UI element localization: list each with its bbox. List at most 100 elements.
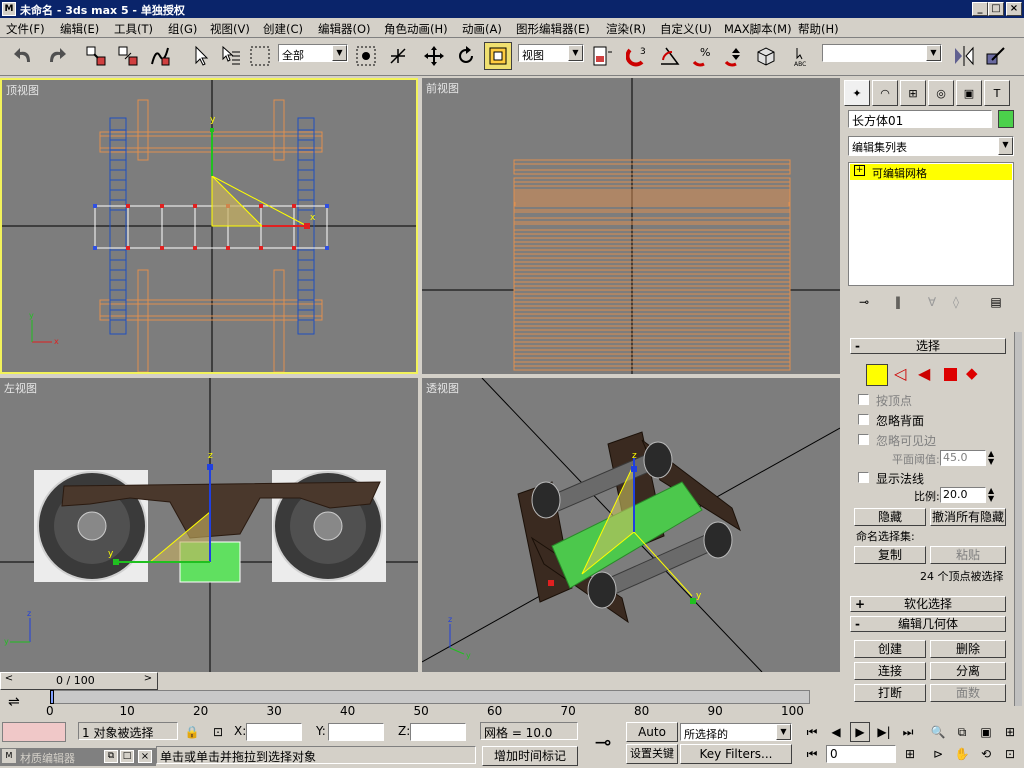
unhide-all-button[interactable]: 撤消所有隐藏 xyxy=(930,508,1006,526)
key-filters-button[interactable]: Key Filters... xyxy=(680,744,792,764)
motion-tab-icon[interactable]: ◎ xyxy=(928,80,954,106)
spinner-arrows-icon[interactable]: ▲ ▼ xyxy=(988,487,994,503)
pin-stack-icon[interactable]: ⊸ xyxy=(854,292,874,312)
time-marker[interactable] xyxy=(50,690,54,704)
zoom-extents-icon[interactable]: ▣ xyxy=(976,722,996,742)
add-time-tag-button[interactable]: 增加时间标记 xyxy=(482,746,578,766)
maximize-viewport-icon[interactable]: ⊡ xyxy=(1000,744,1020,764)
abc-icon[interactable]: ABC xyxy=(790,42,818,70)
menu-modifiers[interactable]: 编辑器(O) xyxy=(318,21,371,37)
bind-to-space-warp-icon[interactable] xyxy=(146,42,174,70)
ignore-backfacing-checkbox[interactable] xyxy=(858,414,869,425)
app-icon[interactable]: M xyxy=(2,2,16,16)
menu-edit[interactable]: 编辑(E) xyxy=(60,21,99,37)
edit-geometry-rollout-header[interactable]: - 编辑几何体 xyxy=(850,616,1006,632)
menu-create[interactable]: 创建(C) xyxy=(263,21,303,37)
utilities-tab-icon[interactable]: T xyxy=(984,80,1010,106)
play-icon[interactable]: ▶ xyxy=(850,722,870,742)
vertex-subobject-icon[interactable] xyxy=(866,364,888,386)
track-bar[interactable]: ⇌ 0 10 20 30 40 50 60 70 80 90 100 xyxy=(0,690,842,718)
go-to-end-icon[interactable]: ⏭ xyxy=(898,722,918,742)
menu-tools[interactable]: 工具(T) xyxy=(114,21,153,37)
break-button[interactable]: 打断 xyxy=(854,684,926,702)
arc-rotate-icon[interactable]: ⟲ xyxy=(976,744,996,764)
angle-snap-icon[interactable] xyxy=(656,42,684,70)
maximize-button[interactable]: □ xyxy=(988,2,1004,16)
set-key-button[interactable]: 设置关键帧 xyxy=(626,744,678,764)
key-icon[interactable]: ⊸ xyxy=(588,730,618,754)
menu-help[interactable]: 帮助(H) xyxy=(798,21,839,37)
configure-modifier-sets-icon[interactable]: ▤ xyxy=(986,292,1006,312)
command-panel-scrollbar[interactable] xyxy=(1014,332,1022,706)
time-slider[interactable]: < 0 / 100 > xyxy=(0,672,842,690)
planar-threshold-spinner[interactable]: 45.0 xyxy=(940,450,986,466)
remove-modifier-icon[interactable]: ◊ xyxy=(946,292,966,312)
unlink-selection-icon[interactable] xyxy=(114,42,142,70)
snaps-toggle-icon[interactable]: 3 xyxy=(624,42,652,70)
reference-coordinate-dropdown[interactable]: 视图 ▼ xyxy=(518,44,584,62)
mirror-icon[interactable] xyxy=(950,42,978,70)
zoom-extents-all-icon[interactable]: ⊞ xyxy=(1000,722,1020,742)
z-coordinate-field[interactable] xyxy=(410,723,466,741)
object-color-swatch[interactable] xyxy=(998,110,1014,128)
go-to-start-icon[interactable]: ⏮ xyxy=(802,722,822,742)
soft-selection-rollout-header[interactable]: + 软化选择 xyxy=(850,596,1006,612)
stack-item-editable-mesh[interactable]: + 可编辑网格 xyxy=(850,164,1012,180)
field-of-view-icon[interactable]: ⊳ xyxy=(928,744,948,764)
detach-button[interactable]: 分离 xyxy=(930,662,1006,680)
selection-filter-dropdown[interactable]: 全部 ▼ xyxy=(278,44,348,62)
menu-file[interactable]: 文件(F) xyxy=(6,21,45,37)
normal-scale-spinner[interactable]: 20.0 xyxy=(940,487,986,503)
maximize-icon[interactable]: □ xyxy=(120,750,134,763)
viewport-top[interactable]: 顶视图 y x x y xyxy=(0,78,418,374)
turn-button[interactable]: 面数 xyxy=(930,684,1006,702)
absolute-mode-icon[interactable]: ⊡ xyxy=(208,722,228,742)
viewport-perspective[interactable]: 透视图 z y z y xyxy=(422,378,840,672)
select-and-manipulate-icon[interactable] xyxy=(384,42,412,70)
display-tab-icon[interactable]: ▣ xyxy=(956,80,982,106)
edit-named-selections-icon[interactable] xyxy=(752,42,780,70)
select-and-link-icon[interactable] xyxy=(82,42,110,70)
object-name-field[interactable]: 长方体01 xyxy=(848,110,992,128)
rectangular-selection-icon[interactable] xyxy=(246,42,274,70)
menu-graph-editors[interactable]: 图形编辑器(E) xyxy=(516,21,590,37)
menu-views[interactable]: 视图(V) xyxy=(210,21,250,37)
close-icon[interactable]: × xyxy=(138,750,152,763)
minimize-button[interactable]: _ xyxy=(972,2,988,16)
pan-hand-icon[interactable]: ✋ xyxy=(952,744,972,764)
modifier-list-dropdown[interactable]: 编辑集列表 ▼ xyxy=(848,136,1014,156)
time-configuration-icon[interactable]: ⊞ xyxy=(900,744,920,764)
hierarchy-tab-icon[interactable]: ⊞ xyxy=(900,80,926,106)
select-rollout-header[interactable]: - 选择 xyxy=(850,338,1006,354)
edge-subobject-icon[interactable]: ◁ xyxy=(894,366,912,384)
element-subobject-icon[interactable]: ◆ xyxy=(966,366,982,382)
create-tab-icon[interactable]: ✦ xyxy=(844,80,870,106)
select-and-move-icon[interactable] xyxy=(420,42,448,70)
menu-maxscript[interactable]: MAX脚本(M) xyxy=(724,21,792,37)
select-and-rotate-icon[interactable] xyxy=(452,42,480,70)
pivot-center-icon[interactable] xyxy=(588,42,616,70)
make-unique-icon[interactable]: ∀ xyxy=(922,292,942,312)
menu-group[interactable]: 组(G) xyxy=(168,21,197,37)
select-and-scale-icon[interactable] xyxy=(484,42,512,70)
y-coordinate-field[interactable] xyxy=(328,723,384,741)
menu-rendering[interactable]: 渲染(R) xyxy=(606,21,646,37)
time-slider-next-button[interactable]: > xyxy=(141,673,155,688)
lock-selection-icon[interactable]: 🔒 xyxy=(182,722,202,742)
face-subobject-icon[interactable]: ◀ xyxy=(918,366,936,384)
by-vertex-checkbox[interactable] xyxy=(858,394,869,405)
attach-button[interactable]: 连接 xyxy=(854,662,926,680)
modify-tab-icon[interactable]: ◠ xyxy=(872,80,898,106)
paste-button[interactable]: 粘贴 xyxy=(930,546,1006,564)
hide-button[interactable]: 隐藏 xyxy=(854,508,926,526)
create-button[interactable]: 创建 xyxy=(854,640,926,658)
select-object-icon[interactable] xyxy=(186,42,214,70)
undo-icon[interactable] xyxy=(10,42,38,70)
menu-character[interactable]: 角色动画(H) xyxy=(384,21,448,37)
key-mode-toggle-icon[interactable]: ⏮ xyxy=(802,744,822,764)
current-frame-field[interactable]: 0 xyxy=(826,745,896,763)
copy-button[interactable]: 复制 xyxy=(854,546,926,564)
spinner-snap-icon[interactable] xyxy=(720,42,748,70)
expand-icon[interactable]: + xyxy=(854,165,865,176)
select-by-name-icon[interactable] xyxy=(216,42,244,70)
